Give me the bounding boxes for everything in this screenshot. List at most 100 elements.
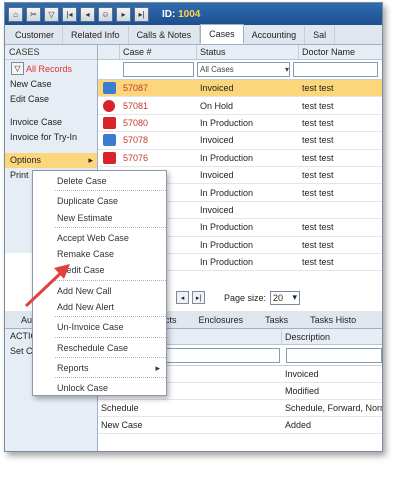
reports-label: Reports: [57, 362, 89, 373]
chevron-down-icon: ▾: [284, 65, 289, 74]
tools-icon[interactable]: ✂: [26, 6, 41, 22]
all-records-filter[interactable]: ▽ All Records: [5, 60, 97, 77]
home-icon[interactable]: ⌂: [8, 6, 23, 22]
next-record-icon[interactable]: ▸: [116, 6, 131, 22]
tab-tasks-history[interactable]: Tasks Histo: [310, 315, 356, 325]
table-row[interactable]: 57078 Invoiced test test: [98, 132, 382, 150]
row-icon-cell: [98, 134, 120, 147]
history-row[interactable]: Schedule Schedule, Forward, Normal: [98, 400, 382, 417]
doctor-cell: test test: [302, 239, 334, 250]
status-cell: Invoiced: [200, 204, 234, 215]
tab-related-info[interactable]: Related Info: [63, 26, 129, 44]
sidebar-item-edit-case[interactable]: Edit Case: [5, 92, 97, 107]
users-icon[interactable]: ☺: [98, 6, 113, 22]
menu-item-delete-case[interactable]: Delete Case: [33, 173, 166, 189]
all-records-label[interactable]: All Records: [26, 64, 72, 74]
sidebar-item-invoice-case[interactable]: Invoice Case: [5, 115, 97, 130]
status-cell: Invoiced: [200, 170, 234, 181]
history-type-cell: New Case: [101, 420, 143, 430]
status-cell: In Production: [200, 152, 254, 163]
column-header-status[interactable]: Status: [197, 45, 299, 59]
menu-item-reschedule-case[interactable]: Reschedule Case: [33, 340, 166, 356]
icon-column-header: [98, 45, 120, 59]
table-row[interactable]: 57081 On Hold test test: [98, 97, 382, 115]
table-row[interactable]: 57087 Invoiced test test: [98, 80, 382, 98]
status-cell: In Production: [200, 239, 254, 250]
row-icon-cell: [98, 151, 120, 164]
row-icon-cell: [98, 82, 120, 95]
table-row[interactable]: 57080 In Production test test: [98, 115, 382, 133]
column-header-description[interactable]: Description: [282, 329, 382, 344]
history-description-cell: Added: [285, 420, 312, 430]
menu-item-reports[interactable]: Reports ▸: [33, 360, 166, 376]
prev-page-icon[interactable]: ◂: [176, 291, 189, 304]
menu-item-accept-web-case[interactable]: Accept Web Case: [33, 230, 166, 246]
sidebar-header: CASES: [5, 45, 97, 60]
menu-item-un-invoice-case[interactable]: Un-Invoice Case: [33, 319, 166, 335]
menu-item-add-new-call[interactable]: Add New Call: [33, 283, 166, 299]
menu-item-unlock-case[interactable]: Unlock Case: [33, 380, 166, 396]
doctor-filter-input[interactable]: [293, 62, 378, 77]
status-filter-select[interactable]: All Cases ▾: [197, 62, 290, 77]
doctor-cell: test test: [302, 117, 334, 128]
doctor-cell: test test: [302, 152, 334, 163]
history-description-cell: Modified: [285, 386, 320, 396]
last-record-icon[interactable]: ▸|: [134, 6, 149, 22]
tab-accounting[interactable]: Accounting: [244, 26, 306, 44]
case-number-cell[interactable]: 57076: [120, 153, 197, 163]
doctor-cell: test test: [302, 257, 334, 268]
menu-item-remake-case[interactable]: Remake Case: [33, 246, 166, 262]
case-number-cell[interactable]: 57081: [120, 101, 197, 111]
status-cell: In Production: [200, 257, 254, 268]
column-header-case[interactable]: Case #: [120, 45, 197, 59]
tab-cases[interactable]: Cases: [200, 24, 244, 44]
invoice-status-icon: [103, 134, 116, 147]
status-cell: Invoiced: [200, 135, 234, 146]
history-row[interactable]: New Case Added: [98, 417, 382, 434]
case-filter-input[interactable]: [123, 62, 194, 77]
tab-calls-notes[interactable]: Calls & Notes: [129, 26, 201, 44]
tab-au[interactable]: Au: [21, 315, 32, 325]
submenu-arrow-icon: ▸: [88, 155, 93, 165]
menu-item-credit-case[interactable]: Credit Case: [33, 262, 166, 278]
row-icon-cell: [98, 99, 120, 112]
sidebar-item-options[interactable]: Options ▸: [5, 153, 97, 168]
case-number-cell[interactable]: 57080: [120, 118, 197, 128]
menu-item-add-new-alert[interactable]: Add New Alert: [33, 299, 166, 315]
tab-tasks[interactable]: Tasks: [265, 315, 288, 325]
history-description-cell: Invoiced: [285, 369, 319, 379]
first-record-icon[interactable]: |◂: [62, 6, 77, 22]
last-page-icon[interactable]: ▸|: [192, 291, 205, 304]
options-context-menu: Delete Case Duplicate Case New Estimate …: [32, 170, 167, 396]
invoice-status-icon: [103, 82, 116, 95]
tab-enclosures[interactable]: Enclosures: [199, 315, 244, 325]
status-cell: In Production: [200, 222, 254, 233]
doctor-cell: test test: [302, 83, 334, 94]
case-number-cell[interactable]: 57087: [120, 83, 197, 93]
history-type-cell: Schedule: [101, 403, 139, 413]
case-number-cell[interactable]: 57078: [120, 135, 197, 145]
tab-customer[interactable]: Customer: [7, 26, 64, 44]
row-icon-cell: [98, 116, 120, 129]
sidebar-item-new-case[interactable]: New Case: [5, 77, 97, 92]
status-cell: In Production: [200, 117, 254, 128]
menu-item-duplicate-case[interactable]: Duplicate Case: [33, 193, 166, 209]
sidebar-item-invoice-try-in[interactable]: Invoice for Try-In: [5, 130, 97, 145]
tab-sales[interactable]: Sal: [305, 26, 336, 44]
page-size-label: Page size:: [224, 292, 267, 303]
record-id: ID: 1004: [162, 8, 201, 20]
doctor-cell: test test: [302, 170, 334, 181]
main-tabs: Customer Related Info Calls & Notes Case…: [5, 24, 382, 45]
filter-icon[interactable]: ▽: [44, 6, 59, 22]
submenu-arrow-icon: ▸: [155, 362, 160, 373]
status-cell: In Production: [200, 187, 254, 198]
menu-item-new-estimate[interactable]: New Estimate: [33, 210, 166, 226]
status-cell: On Hold: [200, 100, 234, 111]
column-header-doctor[interactable]: Doctor Name: [299, 45, 382, 59]
table-row[interactable]: 57076 In Production test test: [98, 150, 382, 167]
funnel-icon[interactable]: ▽: [11, 62, 24, 75]
status-cell: Invoiced: [200, 83, 234, 94]
previous-record-icon[interactable]: ◂: [80, 6, 95, 22]
page-size-select[interactable]: 20 ▾: [270, 290, 301, 305]
description-filter-input[interactable]: [286, 347, 382, 363]
